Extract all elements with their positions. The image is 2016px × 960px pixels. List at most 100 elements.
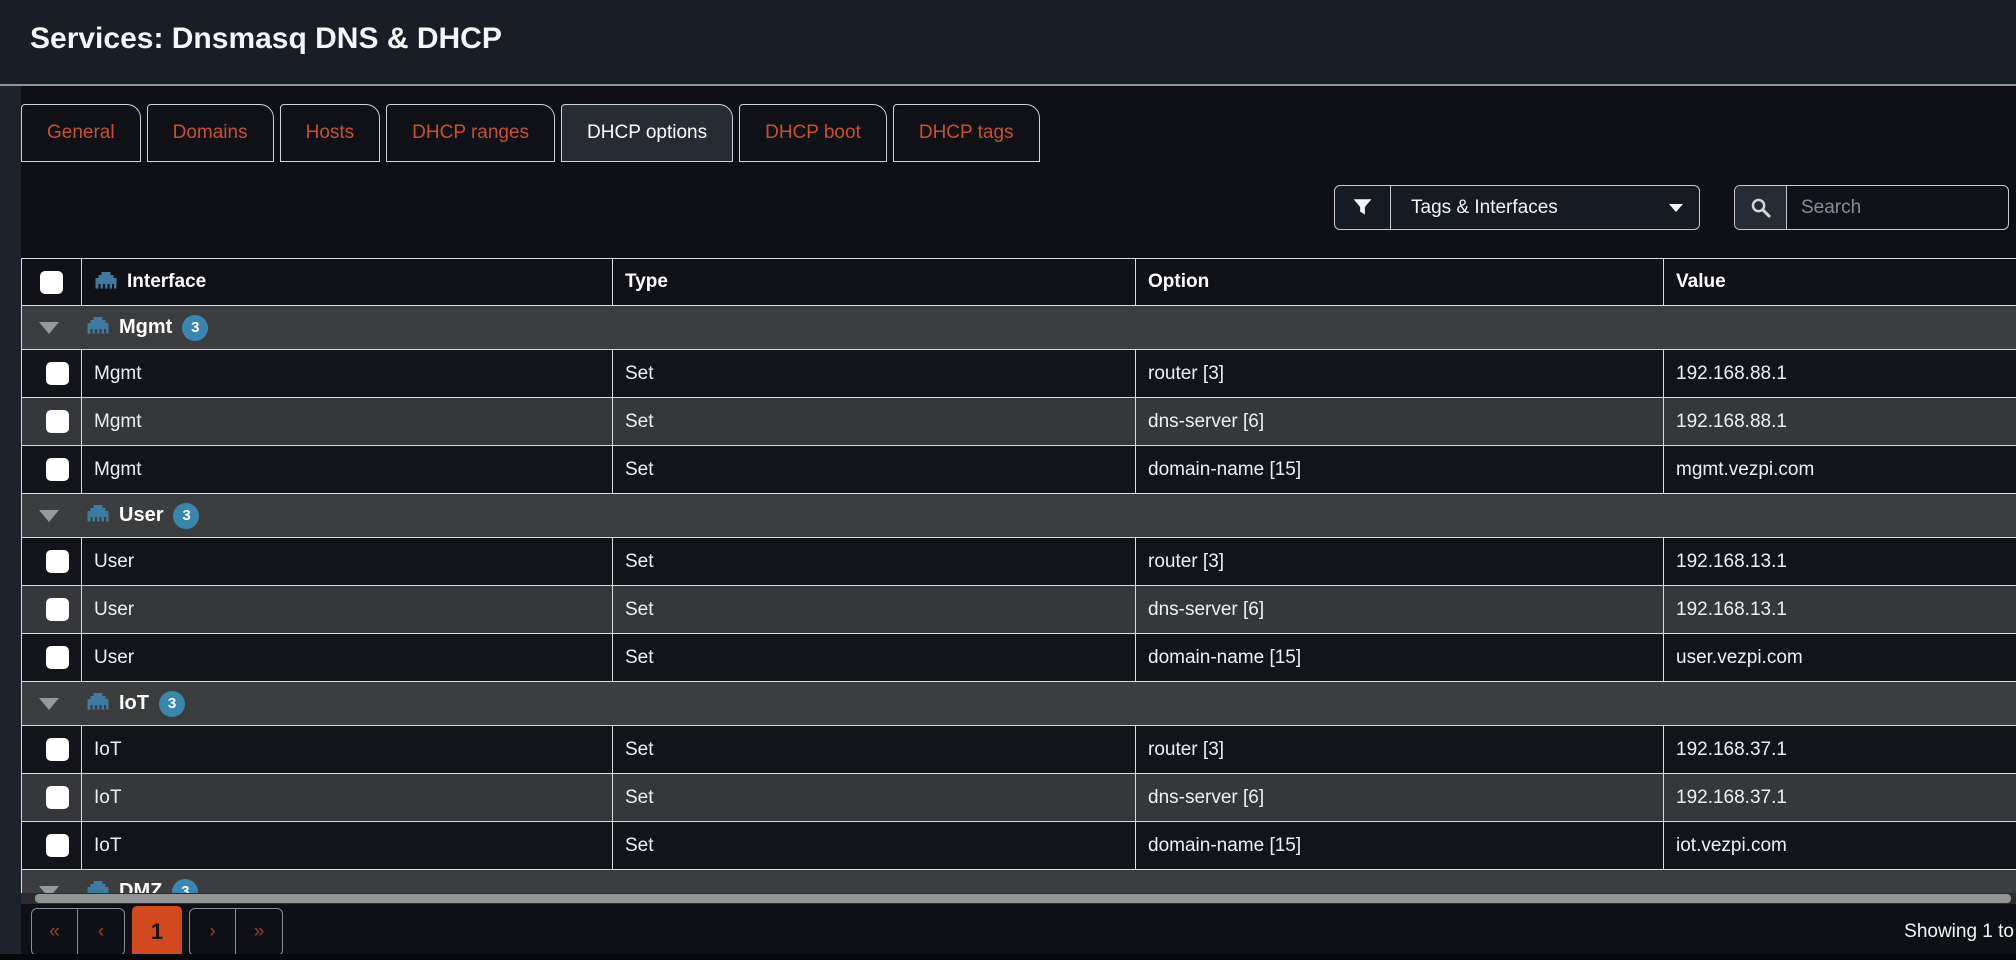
cell-value: mgmt.vezpi.com (1664, 446, 2016, 494)
tab-label: DHCP ranges (412, 122, 529, 144)
cell-option: dns-server [6] (1136, 774, 1664, 822)
cell-interface: User (82, 586, 613, 634)
row-checkbox[interactable] (46, 458, 69, 481)
row-checkbox[interactable] (46, 550, 69, 573)
collapse-caret-icon[interactable] (39, 322, 59, 334)
group-name: IoT (119, 692, 149, 715)
tab-hosts[interactable]: Hosts (280, 104, 381, 162)
cell-interface: User (82, 634, 613, 682)
chevron-down-icon (1669, 204, 1683, 212)
collapse-caret-icon[interactable] (39, 510, 59, 522)
cell-interface: User (82, 538, 613, 586)
tab-dhcp-boot[interactable]: DHCP boot (739, 104, 887, 162)
table-header-row: Interface Type Option Value (22, 259, 2016, 306)
tab-label: Hosts (306, 122, 355, 144)
table-row: Mgmt Set domain-name [15] mgmt.vezpi.com (22, 446, 2016, 494)
cell-interface: IoT (82, 822, 613, 870)
table-row: IoT Set dns-server [6] 192.168.37.1 (22, 774, 2016, 822)
horizontal-scrollbar[interactable] (21, 893, 2016, 904)
cell-type: Set (613, 350, 1136, 398)
group-count-badge: 3 (182, 315, 208, 341)
search-icon-segment[interactable] (1735, 186, 1787, 229)
cell-type: Set (613, 726, 1136, 774)
cell-option: router [3] (1136, 726, 1664, 774)
tab-domains[interactable]: Domains (147, 104, 274, 162)
select-all-checkbox[interactable] (40, 271, 63, 294)
cell-type: Set (613, 398, 1136, 446)
cell-value: 192.168.88.1 (1664, 398, 2016, 446)
cell-type: Set (613, 586, 1136, 634)
table-row: IoT Set domain-name [15] iot.vezpi.com (22, 822, 2016, 870)
pagination-page-1-button[interactable]: 1 (132, 906, 182, 958)
row-checkbox[interactable] (46, 362, 69, 385)
tab-label: DHCP boot (765, 122, 861, 144)
ethernet-icon (86, 690, 110, 711)
pagination-last-button[interactable]: » (236, 908, 283, 956)
table-row: IoT Set router [3] 192.168.37.1 (22, 726, 2016, 774)
funnel-icon (1353, 198, 1372, 217)
group-count-badge: 3 (159, 691, 185, 717)
column-header-value[interactable]: Value (1664, 259, 2016, 306)
pagination-first-button[interactable]: « (31, 908, 78, 956)
cell-type: Set (613, 446, 1136, 494)
column-header-interface[interactable]: Interface (82, 259, 613, 306)
row-checkbox[interactable] (46, 738, 69, 761)
row-checkbox[interactable] (46, 834, 69, 857)
cell-type: Set (613, 538, 1136, 586)
ethernet-icon (86, 502, 110, 523)
cell-interface: IoT (82, 726, 613, 774)
row-checkbox[interactable] (46, 598, 69, 621)
cell-value: user.vezpi.com (1664, 634, 2016, 682)
showing-entries-text: Showing 1 to (1904, 921, 2014, 943)
tab-dhcp-options[interactable]: DHCP options (561, 104, 733, 162)
cell-value: 192.168.13.1 (1664, 586, 2016, 634)
table-row: Mgmt Set dns-server [6] 192.168.88.1 (22, 398, 2016, 446)
cell-option: dns-server [6] (1136, 398, 1664, 446)
pagination-prev-button[interactable]: ‹ (78, 908, 125, 956)
search-input[interactable] (1787, 186, 2008, 229)
interface-group-row: IoT 3 (22, 682, 2016, 726)
cell-option: router [3] (1136, 350, 1664, 398)
cell-interface: Mgmt (82, 350, 613, 398)
column-header-type[interactable]: Type (613, 259, 1136, 306)
cell-value: 192.168.13.1 (1664, 538, 2016, 586)
row-checkbox[interactable] (46, 646, 69, 669)
cell-type: Set (613, 774, 1136, 822)
pagination-next-button[interactable]: › (189, 908, 236, 956)
toolbar: Tags & Interfaces (21, 185, 2016, 230)
tab-dhcp-tags[interactable]: DHCP tags (893, 104, 1040, 162)
column-header-option[interactable]: Option (1136, 259, 1664, 306)
funnel-icon-segment (1335, 186, 1391, 229)
filter-dropdown[interactable]: Tags & Interfaces (1334, 185, 1700, 230)
tab-dhcp-ranges[interactable]: DHCP ranges (386, 104, 555, 162)
search-icon (1750, 197, 1772, 219)
interface-group-row: User 3 (22, 494, 2016, 538)
collapse-caret-icon[interactable] (39, 698, 59, 710)
cell-type: Set (613, 822, 1136, 870)
row-checkbox[interactable] (46, 410, 69, 433)
cell-value: 192.168.37.1 (1664, 726, 2016, 774)
column-header-label: Interface (127, 271, 206, 293)
cell-interface: Mgmt (82, 446, 613, 494)
cell-value: 192.168.88.1 (1664, 350, 2016, 398)
search-box (1734, 185, 2009, 230)
page-title: Services: Dnsmasq DNS & DHCP (0, 0, 2016, 56)
table-row: User Set domain-name [15] user.vezpi.com (22, 634, 2016, 682)
cell-value: iot.vezpi.com (1664, 822, 2016, 870)
row-checkbox[interactable] (46, 786, 69, 809)
tab-label: General (47, 122, 115, 144)
cell-option: domain-name [15] (1136, 822, 1664, 870)
scrollbar-thumb[interactable] (35, 894, 2011, 903)
tab-label: DHCP options (587, 122, 707, 144)
cell-interface: IoT (82, 774, 613, 822)
table-row: Mgmt Set router [3] 192.168.88.1 (22, 350, 2016, 398)
filter-label: Tags & Interfaces (1411, 197, 1558, 219)
group-name: User (119, 504, 163, 527)
options-table-wrap: Interface Type Option Value Mgmt 3 (21, 258, 2016, 904)
pager-row: « ‹ 1 › » Showing 1 to (21, 906, 2016, 958)
interface-group-row: Mgmt 3 (22, 306, 2016, 350)
table-body: Mgmt 3 Mgmt Set router [3] 192.168.88.1 … (22, 306, 2016, 905)
pagination: « ‹ 1 › » (31, 906, 283, 958)
tab-general[interactable]: General (21, 104, 141, 162)
cell-value: 192.168.37.1 (1664, 774, 2016, 822)
